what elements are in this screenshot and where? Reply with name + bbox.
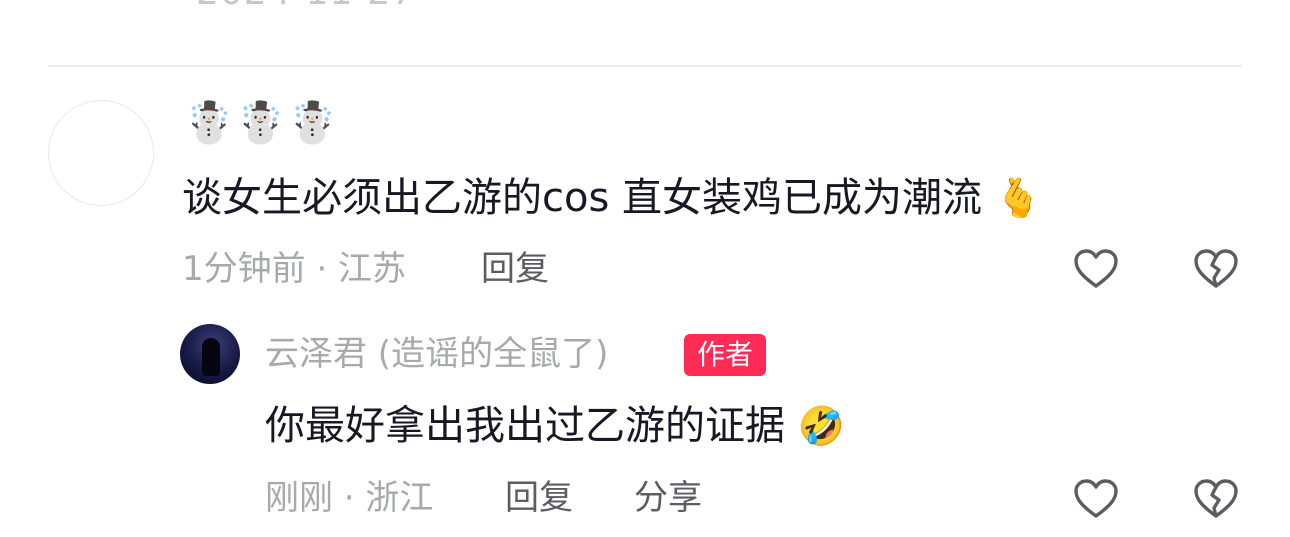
reply-username[interactable]: 云泽君 (造谣的全鼠了) [265, 331, 608, 377]
commenter-avatar[interactable] [48, 100, 154, 206]
comment-like-button[interactable] [1072, 245, 1120, 293]
reply-share-button[interactable]: 分享 [634, 476, 702, 520]
broken-heart-icon [1194, 479, 1238, 518]
finger-heart-emoji: 🫰 [994, 176, 1043, 220]
reply-text: 你最好拿出我出过乙游的证据 🤣 [265, 400, 845, 452]
heart-outline-icon [1074, 249, 1118, 288]
reply-time-location: 刚刚 · 浙江 [265, 478, 434, 518]
previous-comment-date: 2024-11-27 [196, 0, 415, 13]
avatar-figure [202, 338, 220, 376]
comment-text: 谈女生必须出乙游的cos 直女装鸡已成为潮流 🫰 [182, 172, 1042, 224]
comment-reply-button[interactable]: 回复 [481, 247, 549, 291]
comment-dislike-button[interactable] [1192, 245, 1240, 293]
comment-time-location: 1分钟前 · 江苏 [182, 249, 407, 289]
comment-divider [48, 65, 1242, 67]
reply-like-button[interactable] [1072, 475, 1120, 523]
heart-outline-icon [1074, 479, 1118, 518]
reply-dislike-button[interactable] [1192, 475, 1240, 523]
author-avatar[interactable] [180, 324, 240, 384]
commenter-username[interactable]: ☃️☃️☃️ [184, 98, 339, 148]
rolling-laughing-emoji: 🤣 [797, 404, 846, 448]
reply-reply-button[interactable]: 回复 [505, 476, 573, 520]
comment-body: 谈女生必须出乙游的cos 直女装鸡已成为潮流 [182, 175, 983, 221]
broken-heart-icon [1194, 249, 1238, 288]
reply-body: 你最好拿出我出过乙游的证据 [265, 403, 785, 449]
author-badge: 作者 [684, 334, 767, 376]
